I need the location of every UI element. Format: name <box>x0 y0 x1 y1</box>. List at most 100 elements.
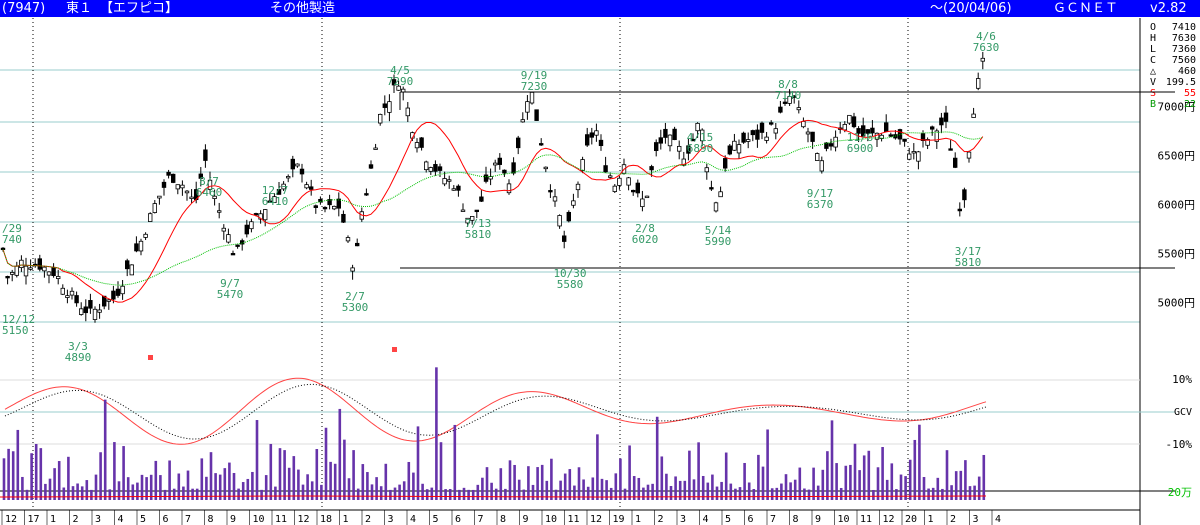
candle-body <box>161 181 167 188</box>
volume-bar <box>743 462 746 500</box>
x-tick-label: 1 <box>635 514 641 525</box>
x-tick-label: 6 <box>455 514 461 525</box>
candle-body <box>189 196 194 199</box>
volume-bar <box>494 488 498 500</box>
candle-body <box>138 240 144 252</box>
volume-bar <box>913 439 917 500</box>
info-value: 199.5 <box>1166 77 1196 88</box>
annotation-value: 7290 <box>387 75 414 88</box>
volume-bar <box>228 462 231 500</box>
x-tick-label: 1 <box>343 514 349 525</box>
candle-body <box>727 145 732 155</box>
volume-bar <box>39 448 43 500</box>
volume-bar <box>527 466 530 500</box>
candle-body <box>635 182 640 194</box>
volume-bar <box>835 463 838 500</box>
candle-body <box>400 88 406 93</box>
candle-body <box>842 124 847 131</box>
volume-bar <box>57 461 61 500</box>
volume-bar <box>407 461 411 500</box>
volume-bar <box>343 439 346 500</box>
volume-bar <box>821 469 825 500</box>
x-tick-label: 4 <box>703 514 709 525</box>
candle-body <box>442 178 447 185</box>
volume-bar <box>665 473 668 500</box>
volume-bar <box>568 469 572 500</box>
volume-bar <box>347 478 351 500</box>
candle-body <box>888 134 893 137</box>
y-tick-label: 6000円 <box>1158 199 1196 212</box>
x-tick-label: 17 <box>28 514 40 525</box>
candle-body <box>948 148 953 151</box>
volume-bar <box>867 450 871 500</box>
candle-body <box>902 138 907 142</box>
candle-body <box>801 121 806 128</box>
chart-root: (7947) 東１ 【エフピコ】 その他製造 ～(20/04/06) ＧＣＮＥＴ… <box>0 0 1200 525</box>
volume-bar <box>927 488 930 500</box>
candle-body <box>437 166 443 171</box>
x-tick-label: 11 <box>275 514 287 525</box>
volume-bar <box>536 467 539 500</box>
volume-bar <box>973 485 976 500</box>
volume-bar <box>513 464 516 500</box>
x-tick-label: 9 <box>230 514 236 525</box>
info-label: △ <box>1150 66 1156 77</box>
annotation-value: 6460 <box>196 186 223 199</box>
volume-bar <box>287 467 291 500</box>
x-tick-label: 3 <box>95 514 101 525</box>
candle-body <box>483 174 489 182</box>
volume-bar <box>807 489 811 500</box>
candle-body <box>428 167 433 172</box>
candle-body <box>497 157 502 165</box>
candle-body <box>750 130 755 136</box>
candle-body <box>930 126 935 130</box>
volume-bar <box>908 459 912 500</box>
candle-body <box>677 145 682 152</box>
candle-body <box>285 176 291 179</box>
candle-body <box>506 183 512 194</box>
candle-body <box>819 160 824 172</box>
volume-bar <box>471 489 475 500</box>
volume-bar <box>614 473 618 500</box>
x-tick-label: 10 <box>545 514 557 525</box>
x-tick-label: 2 <box>950 514 956 525</box>
candle-body <box>299 168 305 175</box>
candle-body <box>157 195 162 199</box>
volume-bar <box>255 420 259 500</box>
candle-body <box>631 189 636 193</box>
candle-body <box>815 153 820 161</box>
volume-bar <box>766 429 769 500</box>
volume-bar <box>393 487 397 500</box>
candle-body <box>672 128 677 141</box>
candle-body <box>769 122 774 125</box>
volume-bar <box>444 489 447 500</box>
x-tick-label: 4 <box>118 514 124 525</box>
volume-bar <box>964 460 967 500</box>
candle-body <box>147 213 153 222</box>
x-tick-label: 6 <box>748 514 754 525</box>
x-tick-label: 8 <box>793 514 799 525</box>
volume-bar <box>982 454 986 500</box>
candle-body <box>166 171 171 176</box>
x-tick-label: 11 <box>860 514 872 525</box>
volume-bar <box>16 429 20 500</box>
candle-body <box>552 196 558 202</box>
candle-body <box>46 271 52 276</box>
volume-bar <box>789 482 792 500</box>
annotation-value: 740 <box>2 233 22 246</box>
volume-bar <box>872 489 875 500</box>
volume-bar <box>398 484 401 500</box>
annotation-value: 5580 <box>557 278 584 291</box>
annotation-value: 7230 <box>521 80 548 93</box>
candle-body <box>226 234 231 243</box>
info-label: V <box>1150 77 1156 88</box>
volume-bar <box>108 489 112 500</box>
x-tick-label: 1 <box>50 514 56 525</box>
volume-bar <box>76 483 79 500</box>
candle-body <box>971 113 976 118</box>
volume-bar <box>90 489 93 500</box>
annotation-value: 5470 <box>217 288 244 301</box>
annotation-value: 4890 <box>65 351 92 364</box>
volume-bar <box>508 460 512 500</box>
volume-bar <box>950 485 953 500</box>
